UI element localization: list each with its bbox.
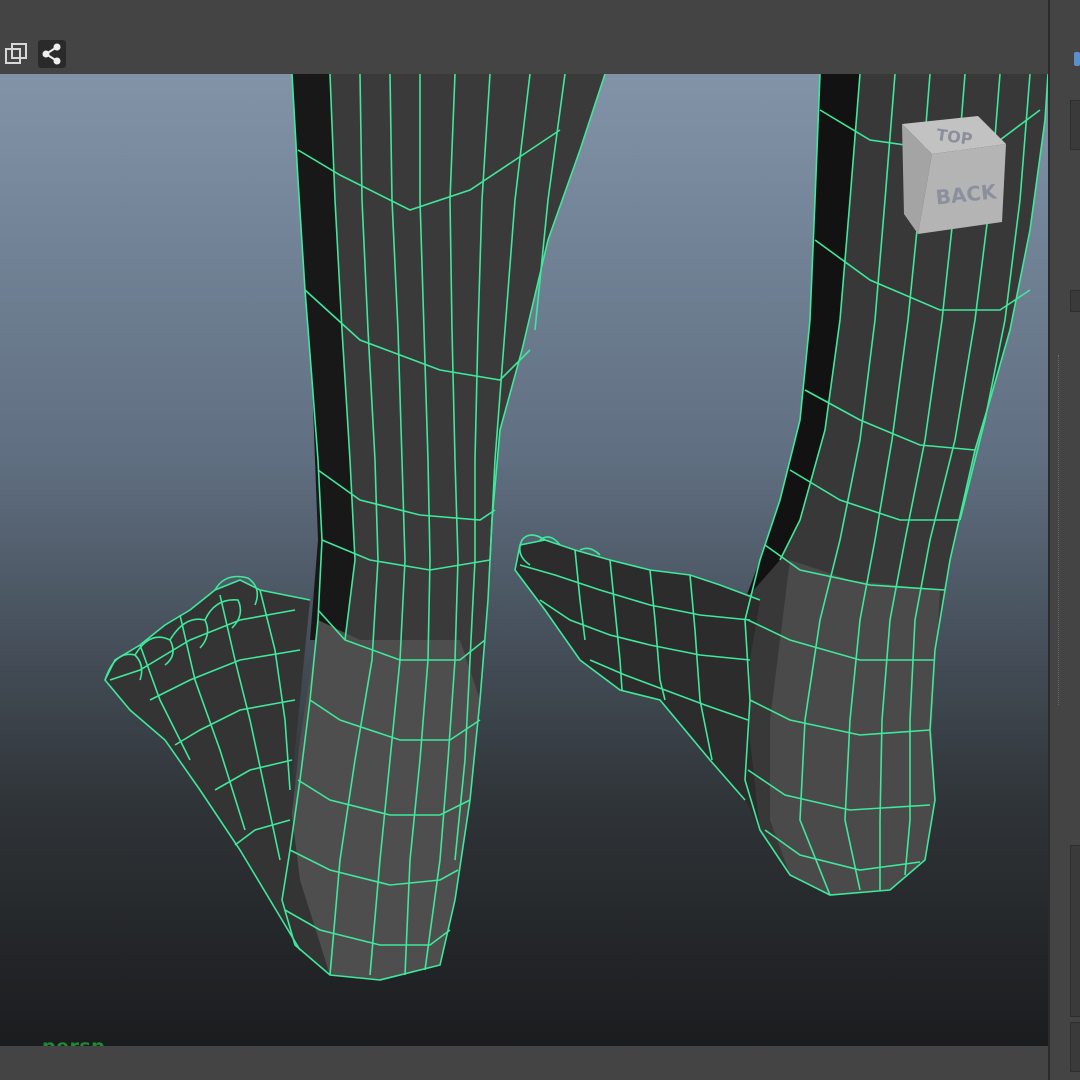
side-field-4[interactable] [1070, 1022, 1080, 1072]
viewcube-icon: TOP BACK [902, 116, 1006, 234]
perspective-viewport[interactable]: persp TOP BACK [0, 74, 1048, 1048]
right-heel [770, 560, 940, 895]
share-button[interactable] [38, 40, 66, 68]
side-field-1[interactable] [1070, 100, 1080, 150]
panel-toolbar [0, 0, 1050, 74]
right-foot [515, 540, 760, 830]
share-nodes-icon [42, 43, 61, 65]
leg-mesh [104, 74, 1048, 981]
side-field-2[interactable] [1070, 290, 1080, 312]
panel-accent-indicator [1074, 52, 1080, 66]
side-scrollbar[interactable] [1058, 355, 1063, 705]
viewcube[interactable]: TOP BACK [896, 114, 1016, 244]
side-field-3[interactable] [1070, 845, 1080, 1017]
isolate-select-icon [5, 43, 27, 64]
isolate-select-button[interactable] [2, 40, 30, 68]
viewport-bottom-edge [0, 1046, 1048, 1080]
maya-window: persp TOP BACK [0, 0, 1080, 1080]
